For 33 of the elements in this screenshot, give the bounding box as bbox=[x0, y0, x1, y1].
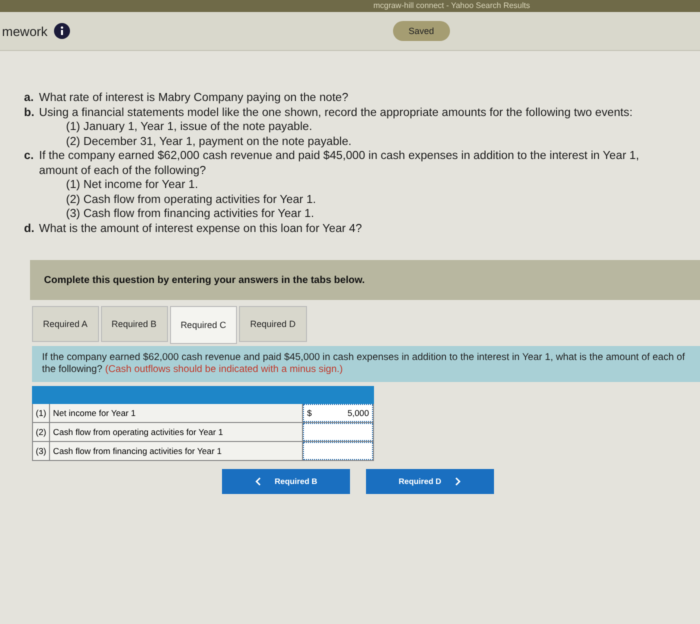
tab[interactable]: Required D bbox=[239, 306, 307, 342]
prompt-text: If the company earned $62,000 cash revenue and paid $45,000 in cash expenses in addition to the interest in Year 1, what is the amount of each of the following? (Cash outflows should be indicated with a minus sign.) bbox=[32, 346, 700, 382]
question-text: If the company earned $62,000 cash revenue and paid $45,000 in cash expenses in addition to the interest in Year 1, bbox=[39, 149, 640, 164]
page-title: mework bbox=[2, 24, 48, 38]
info-icon[interactable] bbox=[54, 23, 70, 39]
question-text: What is the amount of interest expense on this loan for Year 4? bbox=[39, 222, 362, 236]
saved-status: Saved bbox=[392, 21, 450, 41]
question-marker: d. bbox=[24, 222, 36, 236]
question-marker: c. bbox=[24, 149, 35, 164]
question-subitem: (3) Cash flow from financing activities for Year 1. bbox=[65, 207, 316, 222]
previous-button[interactable]: Required B bbox=[222, 469, 350, 494]
question-subitem: (1) January 1, Year 1, issue of the note payable. bbox=[65, 120, 314, 134]
instruction-banner: Complete this question by entering your answers in the tabs below. bbox=[30, 260, 700, 300]
tab[interactable]: Required C bbox=[170, 306, 238, 344]
next-button[interactable]: Required D bbox=[366, 469, 494, 494]
question-subitem: (2) December 31, Year 1, payment on the note payable. bbox=[65, 134, 353, 149]
question-subitem: (2) Cash flow from operating activities for Year 1. bbox=[65, 192, 318, 207]
row-number: (2) bbox=[33, 423, 50, 441]
input-field[interactable] bbox=[303, 423, 373, 441]
question-text: What rate of interest is Mabry Company paying on the note? bbox=[39, 91, 348, 106]
question-text: Using a financial statements model like the one shown, record the appropriate amounts for the following two events: bbox=[39, 106, 633, 120]
question-marker: b. bbox=[24, 106, 36, 120]
input-field[interactable]: $ 5,000 bbox=[303, 404, 373, 422]
tab[interactable]: Required A bbox=[32, 306, 99, 342]
tab[interactable]: Required B bbox=[100, 306, 168, 342]
row-number: (3) bbox=[33, 442, 50, 460]
question-text: amount of each of the following? bbox=[38, 164, 207, 178]
row-number: (1) bbox=[33, 404, 50, 422]
input-field[interactable] bbox=[303, 442, 373, 460]
chevron-left-icon bbox=[254, 477, 261, 486]
chevron-right-icon bbox=[455, 477, 462, 486]
question-marker: a. bbox=[24, 91, 35, 106]
question-subitem: (1) Net income for Year 1. bbox=[65, 178, 200, 192]
